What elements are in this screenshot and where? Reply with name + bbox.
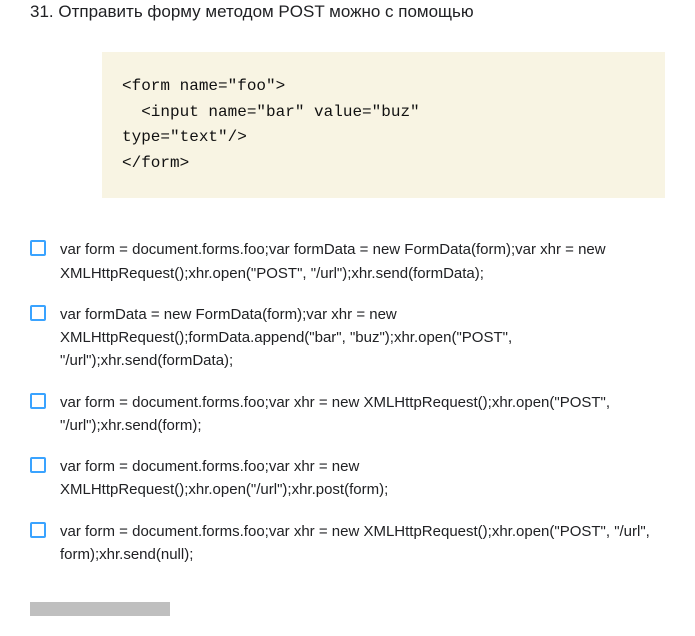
checkbox-icon[interactable] <box>30 457 46 473</box>
option-label: var formData = new FormData(form);var xh… <box>60 303 665 373</box>
bottom-placeholder <box>30 602 170 616</box>
option-row[interactable]: var form = document.forms.foo;var xhr = … <box>30 520 665 567</box>
option-label: var form = document.forms.foo;var xhr = … <box>60 391 665 438</box>
checkbox-icon[interactable] <box>30 393 46 409</box>
option-row[interactable]: var form = document.forms.foo;var xhr = … <box>30 391 665 438</box>
question-container: 31. Отправить форму методом POST можно с… <box>0 0 695 636</box>
checkbox-icon[interactable] <box>30 240 46 256</box>
options-list: var form = document.forms.foo;var formDa… <box>30 238 665 566</box>
checkbox-icon[interactable] <box>30 305 46 321</box>
question-text: Отправить форму методом POST можно с пом… <box>58 2 473 21</box>
option-row[interactable]: var formData = new FormData(form);var xh… <box>30 303 665 373</box>
option-label: var form = document.forms.foo;var formDa… <box>60 238 665 285</box>
option-label: var form = document.forms.foo;var xhr = … <box>60 455 665 502</box>
option-row[interactable]: var form = document.forms.foo;var xhr = … <box>30 455 665 502</box>
question-title: 31. Отправить форму методом POST можно с… <box>30 0 665 22</box>
option-row[interactable]: var form = document.forms.foo;var formDa… <box>30 238 665 285</box>
question-number: 31 <box>30 2 49 21</box>
option-label: var form = document.forms.foo;var xhr = … <box>60 520 665 567</box>
checkbox-icon[interactable] <box>30 522 46 538</box>
code-block: <form name="foo"> <input name="bar" valu… <box>102 52 665 198</box>
